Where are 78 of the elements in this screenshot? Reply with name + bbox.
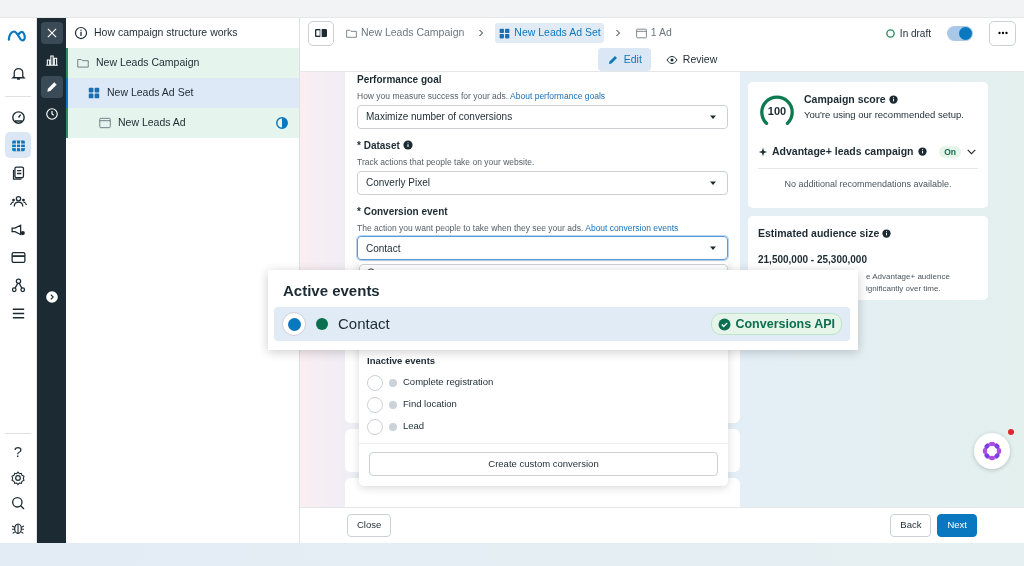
- create-button[interactable]: Create custom conversion: [369, 452, 718, 477]
- section-heading: Active events: [282, 281, 381, 301]
- search-icon: [10, 494, 26, 511]
- assistant-button[interactable]: [974, 433, 1010, 469]
- status-badge: Conversions API: [711, 312, 842, 336]
- footer-button[interactable]: Next: [937, 514, 977, 537]
- grid-icon: [498, 26, 512, 40]
- flower-icon: [980, 439, 1004, 463]
- more-button[interactable]: [989, 20, 1016, 46]
- clock-icon: [44, 107, 59, 121]
- window-icon: [98, 116, 112, 130]
- breadcrumb-link[interactable]: New Leads Ad Set: [495, 23, 604, 43]
- audience-range: 21,500,000 - 25,300,000: [758, 252, 868, 267]
- field-label: * Conversion event: [357, 204, 448, 219]
- radio-button[interactable]: [367, 418, 383, 435]
- network-icon: [9, 276, 27, 294]
- help-text: The action you want people to take when they see your ads. About conversion events: [357, 221, 680, 235]
- breadcrumb-link[interactable]: New Leads Campaign: [342, 23, 468, 43]
- tree-item[interactable]: New Leads Ad: [66, 108, 299, 138]
- info-icon: [882, 229, 892, 239]
- info-icon: [74, 26, 88, 40]
- sparkle-icon: [758, 146, 768, 157]
- table-nav-button[interactable]: [5, 132, 31, 158]
- status-badge: On: [939, 145, 961, 159]
- select-field[interactable]: Contact: [357, 236, 728, 261]
- info-icon: [917, 147, 927, 157]
- status-icon: [884, 27, 896, 39]
- notification-dot: [1008, 429, 1014, 435]
- tree-item[interactable]: New Leads Campaign: [66, 48, 299, 78]
- status-text: In draft: [899, 26, 931, 41]
- window-icon: [634, 26, 648, 40]
- dropdown-option[interactable]: Lead: [359, 415, 728, 438]
- note-text: e Advantage+ audience: [865, 270, 951, 283]
- settings-icon: [10, 469, 26, 486]
- card-title: Campaign score: [804, 92, 886, 107]
- score-gauge: 100: [758, 92, 796, 130]
- help-link[interactable]: How campaign structure works: [94, 25, 238, 41]
- card-subtitle: You're using our recommended setup.: [804, 107, 964, 122]
- select-field[interactable]: Converly Pixel: [357, 170, 728, 195]
- expand-icon: [44, 290, 59, 304]
- field-label: Performance goal: [357, 73, 442, 87]
- tree-item[interactable]: New Leads Ad Set: [66, 78, 299, 108]
- view-tab[interactable]: Review: [656, 48, 727, 71]
- note-text: ignificantly over time.: [865, 282, 942, 295]
- breadcrumb-link[interactable]: 1 Ad: [631, 23, 675, 43]
- info-icon: [888, 95, 898, 105]
- help-link[interactable]: About conversion events: [585, 222, 679, 233]
- note-text: No additional recommendations available.: [758, 167, 978, 192]
- check-icon: [718, 317, 732, 331]
- pencil-tool-button[interactable]: [40, 76, 63, 98]
- gauge-icon: [9, 108, 27, 126]
- help-link[interactable]: About performance goals: [510, 91, 606, 101]
- pencil-icon: [44, 80, 59, 94]
- dropdown-option[interactable]: Find location: [359, 393, 728, 416]
- select-field[interactable]: Maximize number of conversions: [357, 104, 728, 129]
- view-tab[interactable]: Edit: [597, 48, 651, 71]
- footer-button[interactable]: Close: [347, 514, 392, 537]
- event-option[interactable]: Contact Conversions API: [274, 307, 850, 341]
- field-label: * Dataset: [357, 138, 400, 153]
- radio-button[interactable]: [282, 312, 306, 336]
- feature-label: Advantage+ leads campaign: [772, 144, 914, 159]
- folder-icon: [76, 56, 90, 70]
- radio-button[interactable]: [367, 374, 383, 391]
- help-text: How you measure success for your ads. About performance goals: [357, 90, 607, 103]
- section-heading: Inactive events: [367, 354, 437, 369]
- pencil-icon: [606, 53, 619, 66]
- bar-chart-icon: [44, 53, 59, 67]
- radio-button[interactable]: [367, 396, 383, 413]
- panel-toggle-button[interactable]: [308, 20, 334, 46]
- dropdown-option[interactable]: Complete registration: [359, 371, 728, 394]
- footer-button[interactable]: Back: [890, 514, 932, 537]
- close-button[interactable]: [40, 22, 63, 44]
- toggle-switch[interactable]: [947, 25, 973, 41]
- eye-icon: [665, 53, 678, 66]
- card-title: Estimated audience size: [758, 226, 880, 241]
- help-button[interactable]: ?: [5, 441, 31, 464]
- help-text: Track actions that people take on your website.: [357, 155, 536, 169]
- grid-icon: [87, 86, 101, 100]
